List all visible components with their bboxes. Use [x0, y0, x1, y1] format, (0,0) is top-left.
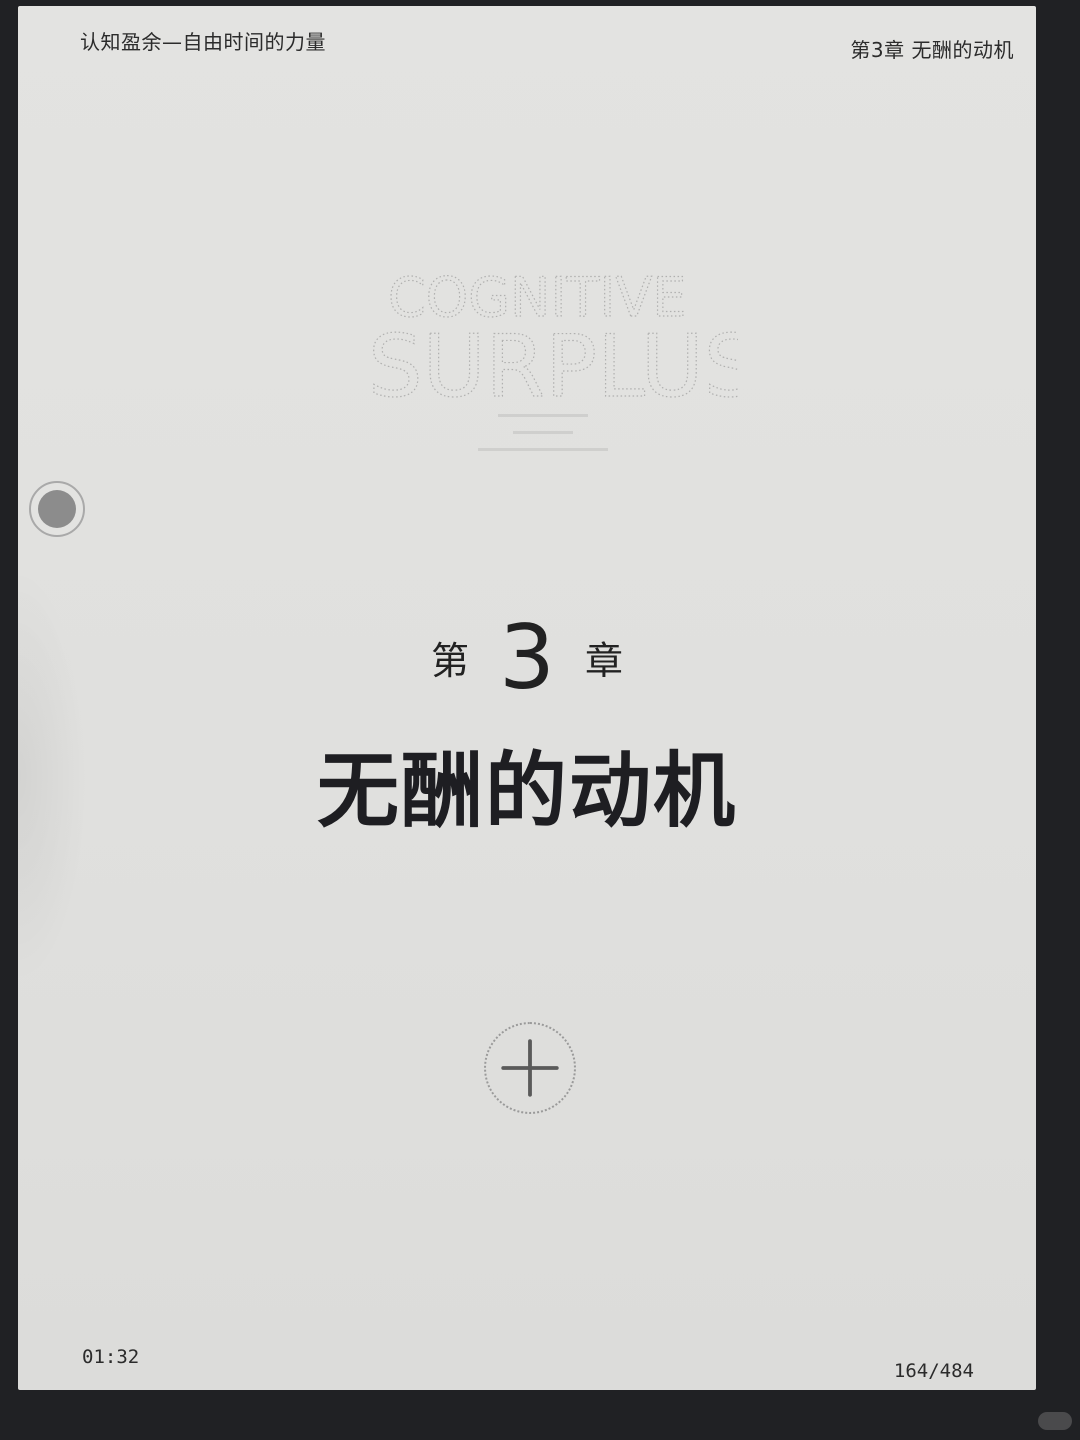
- floating-circle-icon: [38, 490, 76, 528]
- floating-action-button[interactable]: [29, 481, 85, 537]
- chapter-number: 3: [499, 606, 555, 709]
- clock: 01:32: [82, 1346, 140, 1368]
- reading-screen[interactable]: 认知盈余—自由时间的力量 第3章 无酬的动机 COGNITIVE SURPLUS…: [18, 6, 1036, 1390]
- chapter-number-label: 第3章: [18, 606, 1036, 709]
- book-title: 认知盈余—自由时间的力量: [80, 30, 326, 54]
- chapter-indicator: 第3章 无酬的动机: [850, 38, 1014, 62]
- cover-art-small-text-2: [513, 431, 573, 434]
- add-note-button[interactable]: [484, 1022, 576, 1114]
- chapter-suffix: 章: [585, 639, 624, 683]
- cover-art-image: COGNITIVE SURPLUS: [367, 266, 738, 451]
- plus-icon: [501, 1039, 559, 1097]
- cover-art-line2: SURPLUS: [368, 317, 738, 417]
- watermark-badge: [1038, 1412, 1072, 1430]
- cover-art-small-text-3: [478, 448, 608, 451]
- cover-art-small-text-1: [498, 414, 588, 417]
- chapter-title: 无酬的动机: [316, 743, 737, 839]
- chapter-prefix: 第: [430, 639, 469, 683]
- ereader-device: 认知盈余—自由时间的力量 第3章 无酬的动机 COGNITIVE SURPLUS…: [0, 0, 1080, 1440]
- page-counter: 164/484: [893, 1360, 974, 1382]
